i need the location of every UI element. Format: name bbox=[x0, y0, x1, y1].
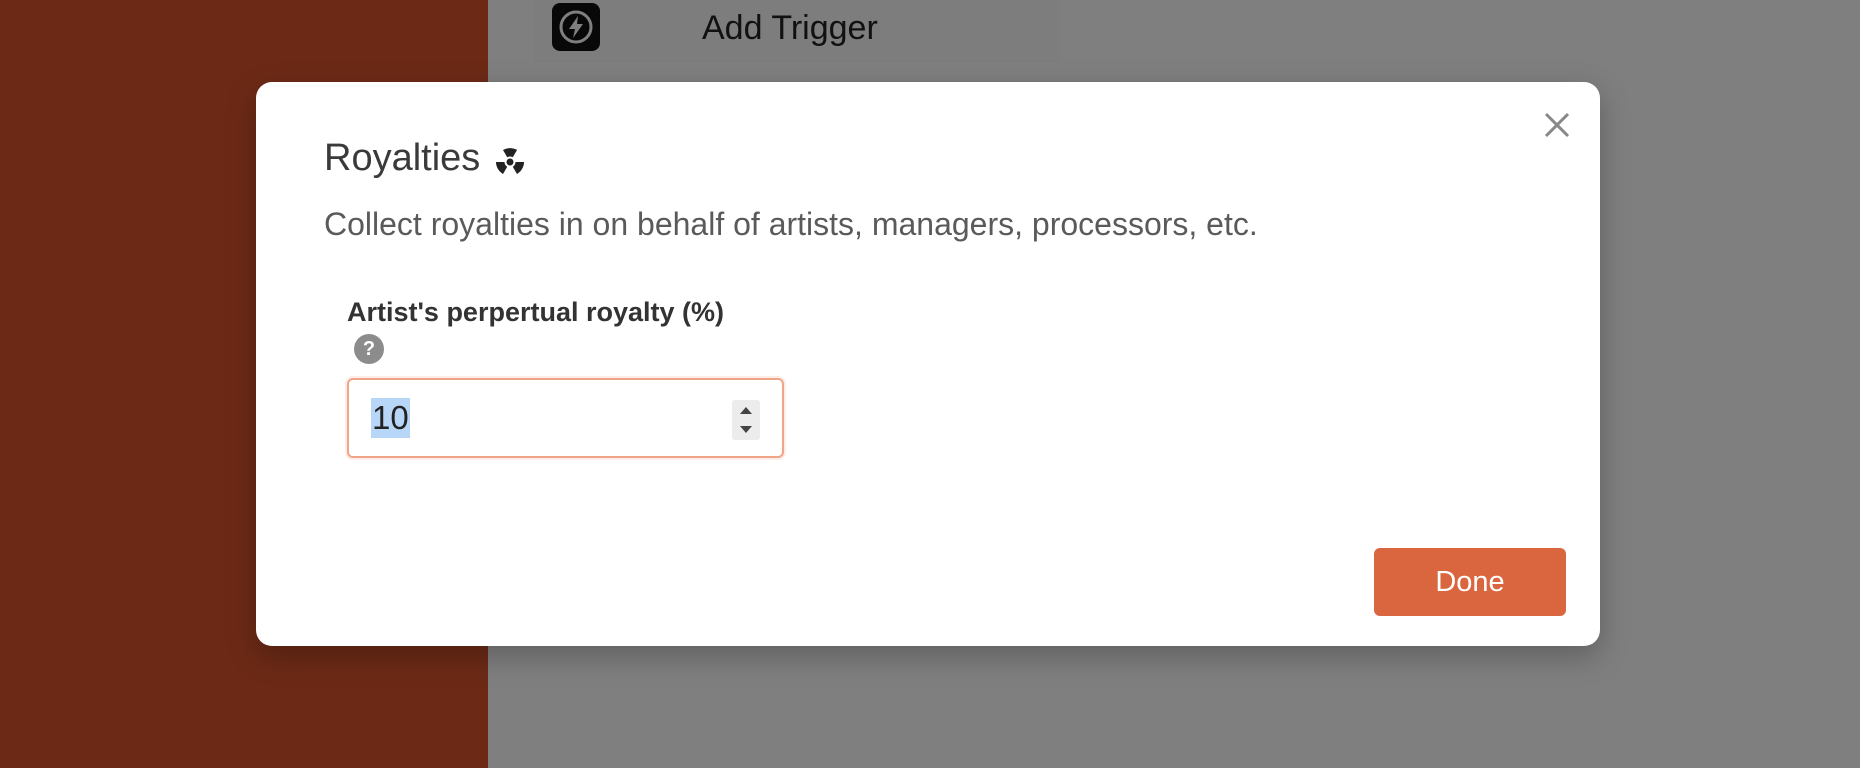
close-icon[interactable] bbox=[1540, 108, 1574, 142]
modal-title-row: Royalties bbox=[324, 130, 528, 186]
royalty-input-value[interactable]: 10 bbox=[371, 398, 410, 438]
modal-title: Royalties bbox=[324, 137, 481, 179]
quantity-stepper[interactable] bbox=[732, 400, 760, 440]
royalty-field-label: Artist's perpertual royalty (%) bbox=[347, 297, 725, 327]
radiation-icon bbox=[492, 140, 528, 176]
royalty-input[interactable]: 10 bbox=[347, 378, 784, 458]
done-button[interactable]: Done bbox=[1374, 548, 1566, 616]
royalties-modal: Royalties Collect royalties in on behalf… bbox=[256, 82, 1600, 646]
stepper-up-icon[interactable] bbox=[737, 403, 755, 419]
page: Add Trigger Royalties Collect bbox=[0, 0, 1860, 768]
stepper-down-icon[interactable] bbox=[737, 421, 755, 437]
help-icon[interactable]: ? bbox=[354, 334, 384, 364]
modal-description: Collect royalties in on behalf of artist… bbox=[324, 206, 1258, 242]
